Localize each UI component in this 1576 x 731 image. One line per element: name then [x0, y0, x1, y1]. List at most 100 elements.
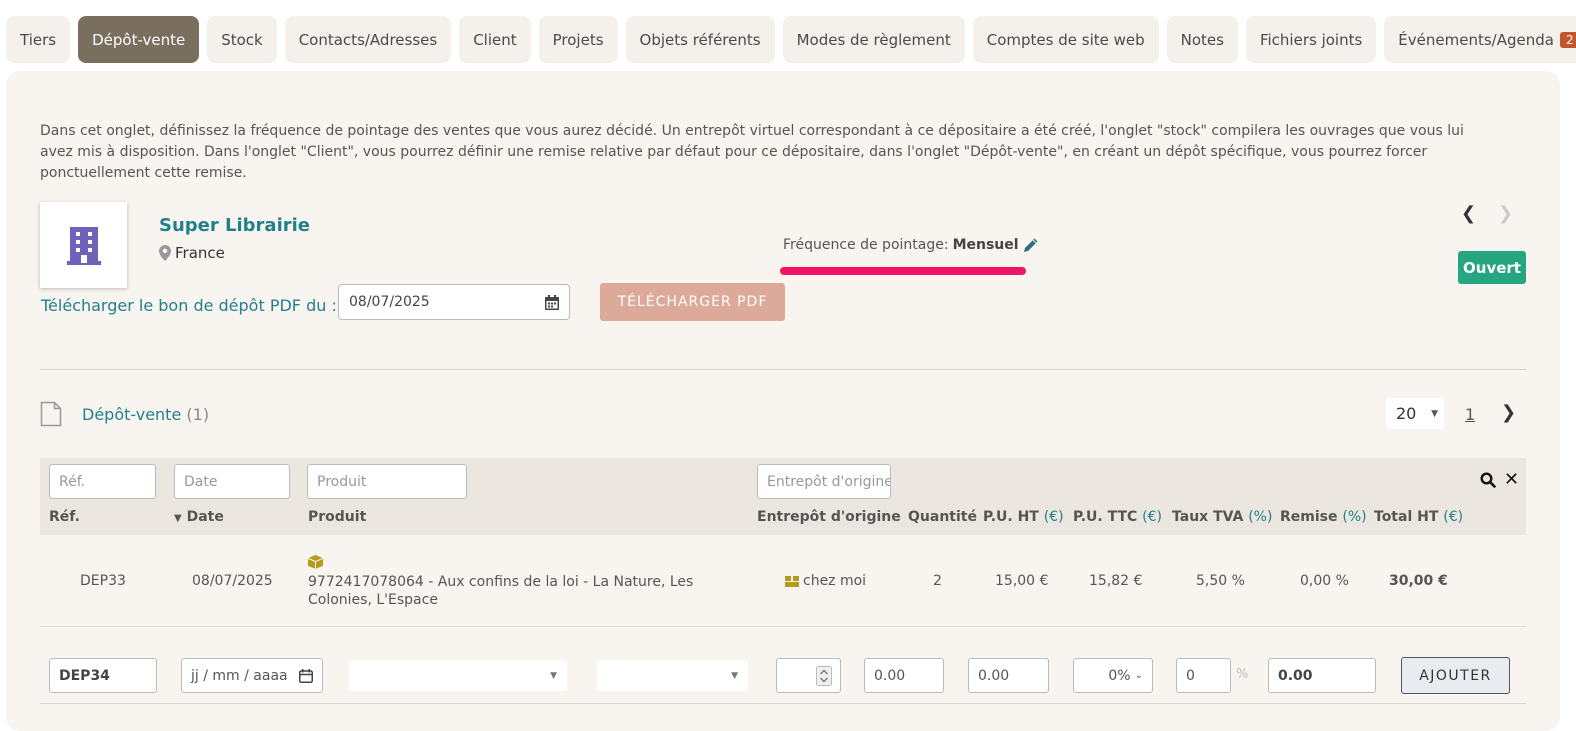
table-filter-header: Réf. Date Produit Entrepôt d'origine ✕ R… — [40, 458, 1526, 535]
filter-date-input[interactable]: Date — [174, 464, 290, 499]
date-value: 08/07/2025 — [349, 294, 430, 310]
page-size-select[interactable]: 20 ▼ — [1386, 398, 1444, 429]
main-panel: Dans cet onglet, définissez la fréquence… — [6, 71, 1560, 731]
spinner-arrows-icon[interactable] — [816, 665, 832, 686]
clear-filter-icon[interactable]: ✕ — [1504, 469, 1519, 490]
tab-evenements-agenda[interactable]: Événements/Agenda 2 — [1384, 16, 1576, 63]
col-tva-label: Taux TVA — [1172, 509, 1244, 525]
col-total-ht-label: Total HT — [1374, 509, 1439, 525]
tab-label: Stock — [221, 30, 263, 49]
sort-desc-icon: ▼ — [174, 513, 182, 524]
product-select[interactable]: ▼ — [349, 660, 567, 691]
tab-notes[interactable]: Notes — [1166, 16, 1238, 63]
filter-warehouse-input[interactable]: Entrepôt d'origine — [757, 464, 891, 499]
cell-warehouse[interactable]: chez moi — [785, 573, 866, 589]
download-label: Télécharger le bon de dépôt PDF du : — [41, 296, 337, 315]
new-ref-input[interactable]: DEP34 — [49, 658, 157, 693]
add-button[interactable]: AJOUTER — [1401, 657, 1510, 694]
col-ref[interactable]: Réf. — [49, 509, 80, 525]
page-size-value: 20 — [1396, 404, 1417, 423]
new-date-input[interactable]: jj / mm / aaaa — [181, 658, 323, 693]
download-pdf-button[interactable]: TÉLÉCHARGER PDF — [600, 283, 785, 321]
col-pu-ht[interactable]: P.U. HT (€) — [983, 509, 1064, 525]
col-tva[interactable]: Taux TVA (%) — [1172, 509, 1272, 525]
col-pu-ht-unit: (€) — [1043, 509, 1064, 525]
cell-discount: 0,00 % — [1300, 573, 1349, 589]
country-label: France — [175, 244, 225, 262]
cell-pu-ttc: 15,82 € — [1089, 573, 1143, 589]
map-pin-icon — [159, 245, 171, 261]
frequency-value: Mensuel — [952, 237, 1019, 253]
frequency-label: Fréquence de pointage: — [783, 237, 949, 253]
percent-sign: % — [1236, 667, 1249, 682]
tab-modes-reglement[interactable]: Modes de règlement — [782, 16, 965, 63]
frequency-field: Fréquence de pointage: Mensuel — [783, 237, 1039, 253]
count-badge: 2 — [1559, 31, 1576, 48]
tab-stock[interactable]: Stock — [207, 16, 277, 63]
tab-label: Projets — [552, 30, 604, 49]
vat-rate-select[interactable]: 0% ⌄ — [1073, 658, 1153, 693]
table-row[interactable]: DEP33 08/07/2025 9772417078064 - Aux con… — [40, 537, 1526, 627]
warehouse-name: chez moi — [803, 573, 867, 589]
tab-fichiers-joints[interactable]: Fichiers joints — [1245, 16, 1377, 63]
tab-label: Objets référents — [639, 30, 761, 49]
tab-client[interactable]: Client — [459, 16, 531, 63]
pencil-icon[interactable] — [1023, 237, 1039, 253]
caret-down-icon: ▼ — [550, 670, 557, 681]
product-box-icon — [308, 555, 323, 569]
tab-comptes-site-web[interactable]: Comptes de site web — [972, 16, 1159, 63]
filter-ref-input[interactable]: Réf. — [49, 464, 156, 499]
tab-label: Notes — [1180, 30, 1224, 49]
warehouse-select[interactable]: ▼ — [597, 660, 748, 691]
col-tva-unit: (%) — [1248, 509, 1273, 525]
section-title: Dépôt-vente — [82, 404, 182, 424]
new-pu-ttc-input[interactable]: 0.00 — [968, 658, 1049, 693]
document-icon — [40, 401, 62, 427]
company-logo — [40, 202, 127, 288]
tab-label: Tiers — [20, 30, 57, 49]
tab-label: Contacts/Adresses — [298, 30, 438, 49]
col-discount-unit: (%) — [1342, 509, 1367, 525]
col-total-ht[interactable]: Total HT (€) — [1374, 509, 1463, 525]
col-pu-ttc-label: P.U. TTC — [1073, 509, 1138, 525]
col-date-label: Date — [186, 509, 224, 525]
new-pu-ht-input[interactable]: 0.00 — [864, 658, 944, 693]
cell-date: 08/07/2025 — [192, 573, 273, 589]
col-pu-ht-label: P.U. HT — [983, 509, 1039, 525]
col-discount[interactable]: Remise (%) — [1280, 509, 1367, 525]
tab-depot-vente[interactable]: Dépôt-vente — [78, 16, 200, 63]
chevron-left-icon[interactable]: ❮ — [1461, 203, 1476, 224]
company-name[interactable]: Super Librairie — [159, 215, 310, 236]
col-pu-ttc[interactable]: P.U. TTC (€) — [1073, 509, 1162, 525]
caret-down-icon: ▼ — [731, 670, 738, 681]
cell-qty: 2 — [933, 573, 942, 589]
tab-objets-referents[interactable]: Objets référents — [625, 16, 775, 63]
next-page-icon[interactable]: ❯ — [1501, 402, 1516, 423]
cell-product[interactable]: 9772417078064 - Aux confins de la loi - … — [308, 573, 753, 609]
tab-tiers[interactable]: Tiers — [6, 16, 71, 63]
tab-projets[interactable]: Projets — [538, 16, 618, 63]
new-total-input[interactable]: 0.00 — [1268, 658, 1376, 693]
cell-total-ht: 30,00 € — [1389, 573, 1448, 589]
col-date[interactable]: ▼ Date — [174, 509, 224, 525]
search-icon[interactable] — [1480, 472, 1496, 488]
date-placeholder: jj / mm / aaaa — [191, 667, 288, 684]
cell-ref[interactable]: DEP33 — [80, 573, 126, 589]
tab-bar: Tiers Dépôt-vente Stock Contacts/Adresse… — [6, 16, 1576, 63]
highlight-underline — [780, 267, 1026, 275]
tab-contacts[interactable]: Contacts/Adresses — [284, 16, 452, 63]
cell-pu-ht: 15,00 € — [995, 573, 1049, 589]
col-qty[interactable]: Quantité — [908, 509, 977, 525]
page-number-link[interactable]: 1 — [1465, 405, 1475, 424]
calendar-icon[interactable] — [545, 294, 559, 310]
calendar-icon[interactable] — [299, 668, 313, 683]
download-date-input[interactable]: 08/07/2025 — [338, 284, 570, 320]
caret-down-icon: ▼ — [1431, 408, 1438, 419]
filter-product-input[interactable]: Produit — [307, 464, 467, 499]
quantity-stepper[interactable] — [776, 658, 841, 693]
col-product[interactable]: Produit — [308, 509, 366, 525]
tab-label: Comptes de site web — [986, 30, 1145, 49]
new-discount-input[interactable]: 0 — [1176, 658, 1231, 693]
col-warehouse[interactable]: Entrepôt d'origine — [757, 509, 901, 525]
chevron-right-icon[interactable]: ❯ — [1498, 203, 1513, 224]
